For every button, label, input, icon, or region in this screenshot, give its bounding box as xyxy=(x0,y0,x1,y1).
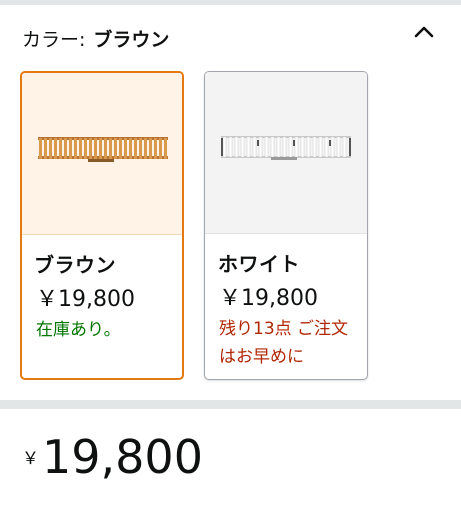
swatch-price: ￥19,800 xyxy=(219,286,318,311)
swatch-price: ￥19,800 xyxy=(36,287,135,312)
section-divider xyxy=(0,400,461,409)
swatch-white[interactable]: ホワイト ￥19,800 残り13点 ご注文はお早めに xyxy=(204,71,368,380)
variation-label-text: カラー: xyxy=(22,29,86,51)
swatch-brown[interactable]: ブラウン ￥19,800 在庫あり。 xyxy=(20,71,184,380)
price-currency-symbol: ￥ xyxy=(22,449,39,469)
swatch-name: ホワイト xyxy=(218,252,300,276)
pet-fence-white-image xyxy=(221,136,351,160)
variation-selected-value: ブラウン xyxy=(93,29,170,51)
swatch-name: ブラウン xyxy=(34,253,116,277)
swatch-availability: 残り13点 ご注文はお早めに xyxy=(219,319,349,367)
pet-fence-brown-image xyxy=(38,137,168,162)
swatch-white-image xyxy=(205,72,367,234)
variation-label: カラー: ブラウン xyxy=(22,25,169,52)
price-amount: 19,800 xyxy=(42,430,203,484)
color-swatch-list: ブラウン ￥19,800 在庫あり。 ホワイト ￥19,800 残り13点 ご注… xyxy=(20,71,450,381)
chevron-up-icon[interactable] xyxy=(413,23,435,41)
variation-header: カラー: ブラウン xyxy=(0,5,461,63)
swatch-availability: 在庫あり。 xyxy=(36,320,121,340)
swatch-brown-image xyxy=(22,73,182,235)
